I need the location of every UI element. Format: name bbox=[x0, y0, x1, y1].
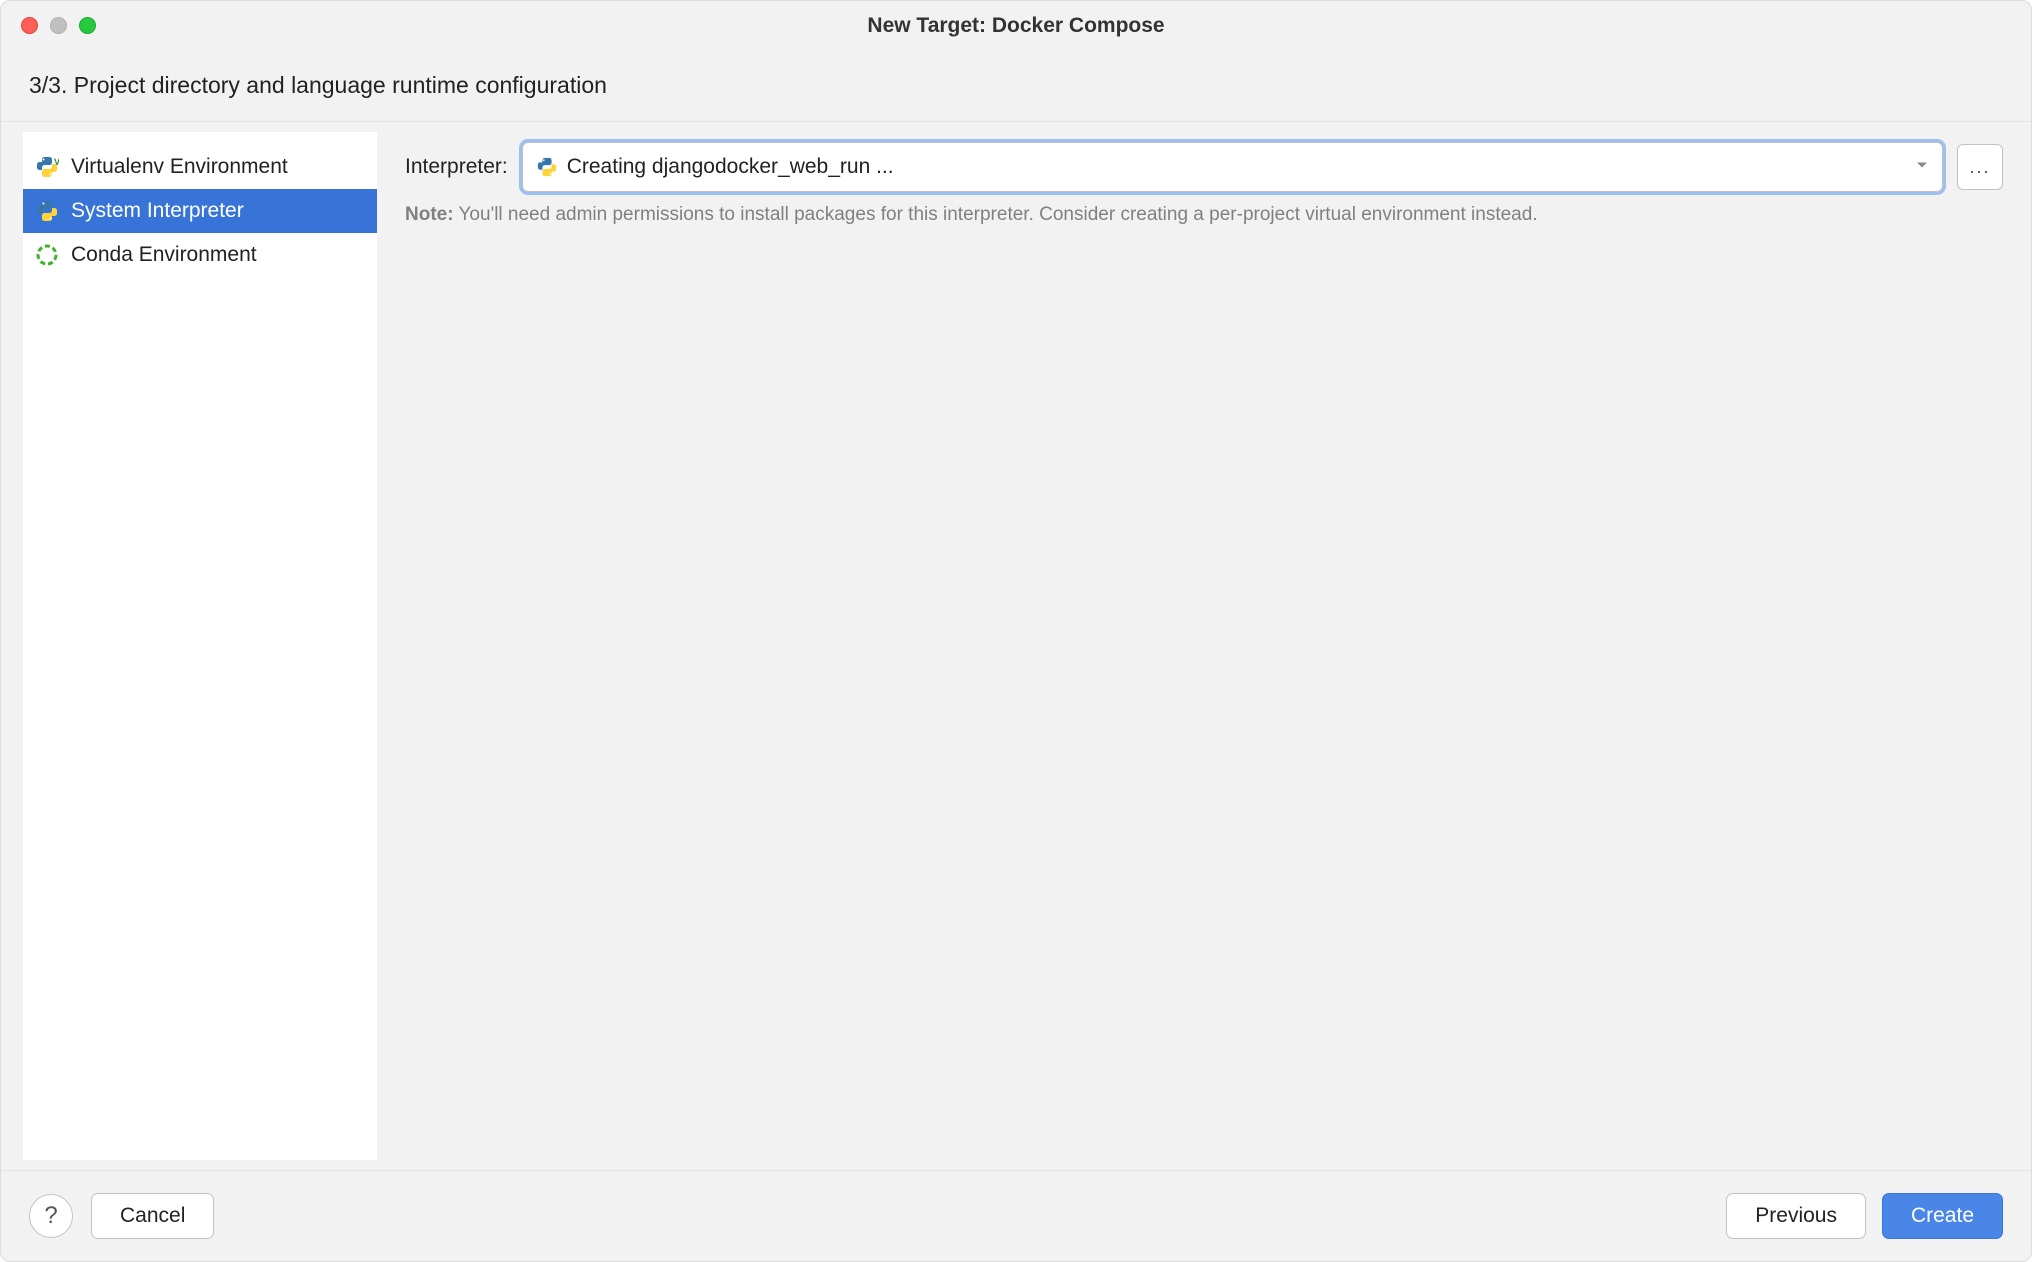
interpreter-row: Interpreter: Creating djangodocker_web_r… bbox=[405, 142, 2003, 192]
svg-text:V: V bbox=[54, 157, 59, 167]
help-button[interactable]: ? bbox=[29, 1194, 73, 1238]
minimize-window-button[interactable] bbox=[50, 17, 67, 34]
dialog-body: V Virtualenv Environment System Interpre… bbox=[1, 122, 2031, 1170]
previous-label: Previous bbox=[1755, 1204, 1837, 1228]
sidebar-item-label: Conda Environment bbox=[71, 243, 257, 267]
sidebar-item-system-interpreter[interactable]: System Interpreter bbox=[23, 189, 377, 233]
footer-right: Previous Create bbox=[1726, 1193, 2003, 1239]
step-header: 3/3. Project directory and language runt… bbox=[1, 50, 2031, 122]
dialog-window: New Target: Docker Compose 3/3. Project … bbox=[0, 0, 2032, 1262]
cancel-label: Cancel bbox=[120, 1204, 185, 1228]
create-button[interactable]: Create bbox=[1882, 1193, 2003, 1239]
ellipsis-icon: ... bbox=[1969, 157, 1990, 178]
sidebar-item-label: System Interpreter bbox=[71, 199, 244, 223]
close-window-button[interactable] bbox=[21, 17, 38, 34]
help-icon: ? bbox=[44, 1202, 57, 1230]
dialog-footer: ? Cancel Previous Create bbox=[1, 1170, 2031, 1261]
note-prefix: Note: bbox=[405, 204, 454, 225]
conda-icon bbox=[33, 241, 61, 269]
window-title: New Target: Docker Compose bbox=[1, 14, 2031, 38]
python-icon bbox=[535, 155, 559, 179]
chevron-down-icon bbox=[1914, 157, 1930, 178]
python-venv-icon: V bbox=[33, 153, 61, 181]
note-text: You'll need admin permissions to install… bbox=[459, 204, 1538, 225]
interpreter-value: Creating djangodocker_web_run ... bbox=[567, 155, 894, 179]
sidebar-item-conda[interactable]: Conda Environment bbox=[23, 233, 377, 277]
interpreter-more-button[interactable]: ... bbox=[1957, 144, 2003, 190]
env-type-sidebar: V Virtualenv Environment System Interpre… bbox=[23, 132, 377, 1160]
window-controls bbox=[1, 17, 96, 34]
zoom-window-button[interactable] bbox=[79, 17, 96, 34]
previous-button[interactable]: Previous bbox=[1726, 1193, 1866, 1239]
create-label: Create bbox=[1911, 1204, 1974, 1228]
titlebar: New Target: Docker Compose bbox=[1, 1, 2031, 50]
interpreter-label: Interpreter: bbox=[405, 155, 508, 179]
interpreter-note: Note: You'll need admin permissions to i… bbox=[405, 204, 2003, 226]
sidebar-item-virtualenv[interactable]: V Virtualenv Environment bbox=[23, 145, 377, 189]
python-icon bbox=[33, 197, 61, 225]
footer-left: ? Cancel bbox=[29, 1193, 214, 1239]
cancel-button[interactable]: Cancel bbox=[91, 1193, 214, 1239]
main-panel: Interpreter: Creating djangodocker_web_r… bbox=[377, 122, 2031, 1170]
interpreter-dropdown[interactable]: Creating djangodocker_web_run ... bbox=[522, 142, 1943, 192]
sidebar-item-label: Virtualenv Environment bbox=[71, 155, 288, 179]
